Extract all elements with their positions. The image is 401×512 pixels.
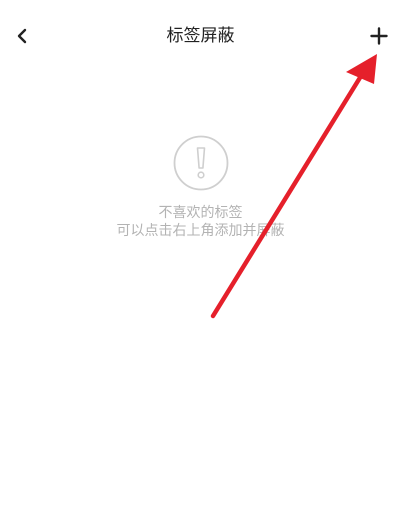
- empty-state: 不喜欢的标签 可以点击右上角添加并屏蔽: [0, 134, 401, 240]
- red-arrow-icon: [210, 54, 377, 319]
- page-title: 标签屏蔽: [166, 26, 235, 46]
- add-tag-button[interactable]: [363, 20, 395, 52]
- empty-state-hint: 可以点击右上角添加并屏蔽: [116, 223, 285, 239]
- empty-state-title: 不喜欢的标签: [158, 205, 243, 221]
- exclamation-circle-icon: [173, 135, 228, 191]
- plus-icon: [370, 27, 388, 45]
- tag-block-screen: 标签屏蔽 不喜欢的标签 可以点击右上角添加并屏蔽: [0, 0, 401, 512]
- navigation-bar: 标签屏蔽: [0, 0, 401, 72]
